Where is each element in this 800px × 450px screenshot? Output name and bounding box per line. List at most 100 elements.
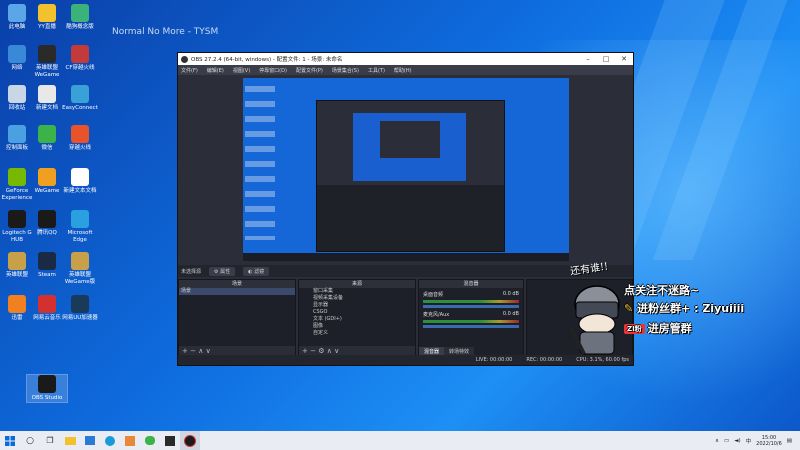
desktop-icon[interactable]: 酷狗概念版: [60, 4, 100, 31]
menu-edit[interactable]: 编辑(E): [207, 67, 224, 74]
app-icon: [38, 85, 56, 103]
app-icon: [38, 375, 56, 393]
menu-docks[interactable]: 停靠窗口(D): [259, 67, 287, 74]
app-icon: [71, 168, 89, 186]
preview-taskbar: [243, 253, 569, 261]
properties-button[interactable]: ⚙ 属性: [209, 266, 236, 276]
desktop-icon[interactable]: 网易UU加速器: [60, 295, 100, 322]
volume-slider[interactable]: [423, 305, 519, 308]
desktop-icon[interactable]: 新建文本文档: [60, 168, 100, 195]
desktop-icon[interactable]: OBS Studio: [26, 374, 68, 403]
mixer-dock-title: 混音器: [419, 280, 523, 288]
move-down-icon[interactable]: ∨: [334, 347, 339, 355]
app-icon: [8, 210, 26, 228]
maximize-icon[interactable]: □: [597, 55, 615, 63]
live-status: LIVE: 00:00:00: [475, 357, 513, 363]
edge-icon[interactable]: [100, 431, 120, 450]
audio-meter: [423, 320, 519, 323]
stream-overlay: 还有谁!! 点关注不迷路~ ✎ 进粉丝群+ : Ziyuiiii ZI粉 进房管群: [560, 254, 800, 364]
scene-item[interactable]: 场景: [179, 288, 295, 295]
source-item[interactable]: 文本 (GDI+): [299, 316, 415, 323]
admin-group-line: ZI粉 进房管群: [624, 320, 692, 336]
menu-tools[interactable]: 工具(T): [368, 67, 385, 74]
add-icon[interactable]: +: [302, 347, 308, 355]
store-icon[interactable]: [80, 431, 100, 450]
file-explorer-icon[interactable]: [60, 431, 80, 450]
app-icon: [71, 4, 89, 22]
app-icon: [8, 85, 26, 103]
task-view-icon[interactable]: ❐: [40, 431, 60, 450]
nested-docks: [317, 185, 504, 251]
gear-icon[interactable]: ⚙: [318, 347, 324, 355]
close-icon[interactable]: ✕: [615, 55, 633, 63]
app-icon: [8, 45, 26, 63]
obs-taskbar-icon[interactable]: [180, 431, 200, 450]
fan-group-line: ✎ 进粉丝群+ : Ziyuiiii: [624, 302, 745, 315]
remove-icon[interactable]: −: [310, 347, 316, 355]
fan-badge: ZI粉: [624, 324, 645, 334]
desktop-icon[interactable]: 穿越火线: [60, 125, 100, 152]
scenes-dock[interactable]: 场景 场景 + − ∧ ∨: [178, 279, 296, 357]
add-icon[interactable]: +: [182, 347, 188, 355]
nested-preview: [353, 113, 466, 181]
desktop-icon-label: 穿越火线: [68, 145, 91, 151]
source-item[interactable]: 图像: [299, 323, 415, 330]
desktop-icon[interactable]: Microsoft Edge: [60, 210, 100, 244]
network-icon[interactable]: ▭: [724, 438, 729, 444]
ime-icon[interactable]: 中: [746, 437, 752, 445]
remove-icon[interactable]: −: [190, 347, 196, 355]
sources-dock[interactable]: 来源 窗口采集 视频采集设备 显示器 CSGO 文本 (GDI+) 图像 自定义…: [298, 279, 416, 357]
move-up-icon[interactable]: ∧: [327, 347, 332, 355]
source-item[interactable]: CSGO: [299, 309, 415, 316]
search-icon[interactable]: ○: [20, 431, 40, 450]
nested-obs-window-2: [380, 121, 440, 158]
app-icon: [71, 210, 89, 228]
move-down-icon[interactable]: ∨: [206, 347, 211, 355]
app-icon: [8, 295, 26, 313]
desktop-icon[interactable]: CF穿越火线: [60, 45, 100, 72]
minimize-icon[interactable]: –: [579, 55, 597, 63]
system-tray: ∧ ▭ ◄) 中 15:00 2022/10/6 ▤: [715, 435, 800, 447]
menu-view[interactable]: 视图(V): [233, 67, 250, 74]
menu-profile[interactable]: 配置文件(P): [296, 67, 323, 74]
app-icon: [71, 252, 89, 270]
mascot-character: [568, 285, 620, 355]
windows-start-icon[interactable]: [0, 431, 20, 450]
menu-scene-collection[interactable]: 场景集合(S): [332, 67, 359, 74]
desktop-icon-label: 英雄联盟WeGame版: [64, 272, 96, 285]
obs-titlebar[interactable]: OBS 27.2.4 (64-bit, windows) - 配置文件: 1 -…: [178, 53, 633, 65]
source-item[interactable]: 自定义: [299, 330, 415, 337]
app-icon: [38, 295, 56, 313]
filters-button[interactable]: ◐ 滤镜: [243, 266, 270, 276]
app-icon: [71, 45, 89, 63]
source-item[interactable]: 视频采集设备: [299, 295, 415, 302]
app-icon: [71, 295, 89, 313]
no-source-label: 未选择源: [181, 268, 202, 275]
menu-file[interactable]: 文件(F): [181, 67, 198, 74]
desktop-icon-label: 网易UU加速器: [62, 315, 98, 321]
desktop-icon-label: 酷狗概念版: [66, 24, 94, 30]
audio-meter: [423, 300, 519, 303]
volume-icon[interactable]: ◄): [734, 438, 740, 444]
chevron-up-icon[interactable]: ∧: [715, 438, 719, 444]
desktop-icon[interactable]: EasyConnect: [60, 85, 100, 112]
preview-canvas[interactable]: [243, 78, 569, 261]
taskbar: ○ ❐ ∧ ▭ ◄) 中 15:00 2022/10/6 ▤: [0, 431, 800, 450]
mixer-dock[interactable]: 混音器 桌面音频 0.0 dB 麦克风/Aux 0.0 dB 混音器 转场特效: [418, 279, 524, 357]
preview-desktop-icons: [245, 80, 275, 240]
desktop-icon-label: OBS Studio: [31, 395, 63, 401]
app-icon[interactable]: [160, 431, 180, 450]
menu-help[interactable]: 帮助(H): [394, 67, 412, 74]
song-title-overlay: Normal No More - TYSM: [112, 27, 219, 37]
app-icon[interactable]: [120, 431, 140, 450]
app-icon: [38, 45, 56, 63]
source-item[interactable]: 显示器: [299, 302, 415, 309]
wechat-icon[interactable]: [140, 431, 160, 450]
clock[interactable]: 15:00 2022/10/6: [756, 435, 782, 447]
source-item[interactable]: 窗口采集: [299, 288, 415, 295]
desktop-icon[interactable]: 英雄联盟WeGame版: [60, 252, 100, 286]
move-up-icon[interactable]: ∧: [198, 347, 203, 355]
volume-slider[interactable]: [423, 325, 519, 328]
mixer-track-name: 麦克风/Aux 0.0 dB: [423, 311, 519, 318]
notification-icon[interactable]: ▤: [787, 438, 792, 444]
